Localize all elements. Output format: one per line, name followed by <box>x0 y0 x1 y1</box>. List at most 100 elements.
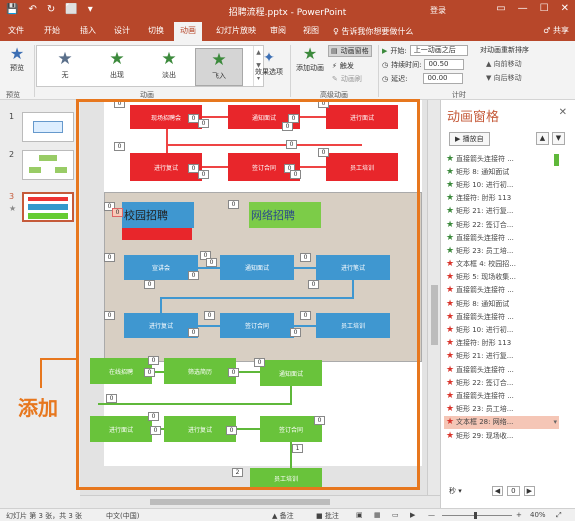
blue-box[interactable]: 进行笔试 <box>316 255 390 280</box>
animation-tag[interactable]: 0 <box>300 253 311 262</box>
animation-list-item[interactable]: ★ 连接符: 肘形 113 <box>444 337 559 350</box>
animation-tag[interactable]: 0 <box>188 328 199 337</box>
animation-tag[interactable]: 0 <box>318 148 329 157</box>
animation-tag[interactable]: 0 <box>150 426 161 435</box>
tab-view[interactable]: 视图 <box>303 25 319 36</box>
close-icon[interactable]: ✕ <box>561 3 569 14</box>
vertical-scrollbar[interactable] <box>427 100 440 495</box>
animation-list-item[interactable]: ★ 矩形 10: 进行初... <box>444 323 559 336</box>
animation-list-item[interactable]: ★ 矩形 29: 现场收... <box>444 429 559 442</box>
animation-tag[interactable]: 0 <box>228 368 239 377</box>
campus-title-box[interactable]: 校园招聘 <box>122 202 194 228</box>
animation-list-item[interactable]: ★ 矩形 10: 进行初... <box>444 178 559 191</box>
tab-slideshow[interactable]: 幻灯片放映 <box>216 25 256 36</box>
green-box[interactable]: 筛选简历 <box>164 358 236 384</box>
animation-list-item[interactable]: ★ 矩形 21: 进行复... <box>444 350 559 363</box>
duration-input[interactable]: 00.50 <box>424 59 465 70</box>
pane-close-icon[interactable]: ✕ <box>559 107 567 118</box>
effect-appear[interactable]: ★ 出现 <box>93 48 141 86</box>
blue-box[interactable]: 签订合同 <box>220 313 294 338</box>
slide-thumbnail-3[interactable] <box>22 192 74 222</box>
green-box[interactable]: 进行面试 <box>90 416 152 442</box>
animation-list-item[interactable]: ★ 连接符: 肘形 113 <box>444 192 559 205</box>
minimize-icon[interactable]: — <box>518 3 528 14</box>
animation-list-item[interactable]: ★ 文本框 4: 校园招... <box>444 258 559 271</box>
move-earlier-button[interactable]: ▲ 向前移动 <box>486 59 522 69</box>
seconds-dropdown[interactable]: 秒 ▾ <box>449 486 462 496</box>
slide-canvas[interactable]: 现场招聘会 通知面试 进行面试 进行复试 签订合同 员工培训 校园招聘 网络招聘… <box>90 100 422 488</box>
animation-tag[interactable]: 0 <box>114 142 125 151</box>
animation-list-item[interactable]: ★ 矩形 5: 现场收集... <box>444 271 559 284</box>
delay-input[interactable]: 00.00 <box>423 73 464 84</box>
zoom-slider-thumb[interactable] <box>474 512 477 519</box>
animation-tag-active[interactable]: 0 <box>112 208 123 217</box>
tab-design[interactable]: 设计 <box>114 25 130 36</box>
green-box[interactable]: 签订合同 <box>260 416 322 442</box>
blue-box[interactable]: 宣讲会 <box>124 255 198 280</box>
horizontal-scrollbar[interactable] <box>80 495 440 508</box>
animation-tag[interactable]: 0 <box>104 253 115 262</box>
animation-tag[interactable]: 1 <box>292 444 303 453</box>
tab-file[interactable]: 文件 <box>8 25 24 36</box>
fit-window-icon[interactable]: ⤢ <box>556 511 562 520</box>
animation-tag[interactable]: 0 <box>198 119 209 128</box>
item-dropdown-icon[interactable]: ▾ <box>553 418 557 426</box>
animation-list-item[interactable]: ★ 矩形 8: 通知面试 <box>444 297 559 310</box>
green-box[interactable]: 通知面试 <box>260 360 322 386</box>
animation-list-item[interactable]: ★ 文本框 28: 网络... ▾ <box>444 415 559 429</box>
red-box[interactable]: 员工培训 <box>326 153 398 181</box>
animation-tag[interactable]: 2 <box>232 468 243 477</box>
animation-list-item[interactable]: ★ 直接箭头连接符 ... <box>444 389 559 402</box>
online-title-box[interactable]: 网络招聘 <box>249 202 321 228</box>
zoom-in-button[interactable]: + <box>516 511 522 519</box>
green-box[interactable]: 员工培训 <box>250 468 322 488</box>
animation-list-item[interactable]: ★ 直接箭头连接符 ... <box>444 363 559 376</box>
comments-button[interactable]: ■ 批注 <box>316 511 339 521</box>
tab-home[interactable]: 开始 <box>44 25 60 36</box>
vertical-scroll-thumb[interactable] <box>431 285 438 345</box>
animation-tag[interactable]: 0 <box>106 394 117 403</box>
tab-review[interactable]: 审阅 <box>270 25 286 36</box>
green-box[interactable]: 在线招聘 <box>90 358 152 384</box>
slide-sorter-icon[interactable]: ▦ <box>374 511 381 519</box>
tab-transitions[interactable]: 切换 <box>148 25 164 36</box>
move-later-button[interactable]: ▼ 向后移动 <box>486 73 522 83</box>
horizontal-scroll-thumb[interactable] <box>150 499 330 505</box>
reading-view-icon[interactable]: ▭ <box>392 511 399 519</box>
effect-options-button[interactable]: ✦ 效果选项 <box>252 49 286 77</box>
move-up-icon[interactable]: ▲ <box>536 132 549 145</box>
play-from-button[interactable]: ▶ 播放自 <box>449 132 490 146</box>
ribbon-display-icon[interactable]: ▭ <box>496 3 505 14</box>
animation-list-item[interactable]: ★ 矩形 22: 签订合... <box>444 376 559 389</box>
blue-box[interactable]: 通知面试 <box>220 255 294 280</box>
animation-tag[interactable]: 0 <box>282 122 293 131</box>
animation-tag[interactable]: 0 <box>318 100 329 108</box>
effect-fly-in[interactable]: ★ 飞入 <box>195 48 243 86</box>
zoom-level[interactable]: 40% <box>530 511 546 519</box>
animation-list-item[interactable]: ★ 矩形 21: 进行复... <box>444 205 559 218</box>
slide-thumbnail-1[interactable] <box>22 112 74 142</box>
animation-tag[interactable]: 0 <box>148 412 159 421</box>
animation-tag[interactable]: 0 <box>314 416 325 425</box>
login-link[interactable]: 登录 <box>430 5 446 16</box>
animation-tag[interactable]: 0 <box>300 311 311 320</box>
slideshow-icon[interactable]: ▶ <box>410 511 415 519</box>
effect-none[interactable]: ★ 无 <box>41 48 89 86</box>
animation-tag[interactable]: 0 <box>228 200 239 209</box>
tab-insert[interactable]: 插入 <box>80 25 96 36</box>
animation-list-item[interactable]: ★ 直接箭头连接符 ... <box>444 152 559 165</box>
normal-view-icon[interactable]: ▣ <box>356 511 363 519</box>
tab-animations[interactable]: 动画 <box>174 22 202 41</box>
move-down-icon[interactable]: ▼ <box>552 132 565 145</box>
animation-tag[interactable]: 0 <box>114 100 125 108</box>
animation-list-item[interactable]: ★ 矩形 22: 签订合... <box>444 218 559 231</box>
language-indicator[interactable]: 中文(中国) <box>106 511 139 521</box>
animation-tag[interactable]: 0 <box>144 280 155 289</box>
zoom-slider[interactable] <box>442 515 512 516</box>
preview-button[interactable]: ★ 预览 <box>4 45 30 73</box>
scroll-left-icon[interactable]: ◀ <box>491 486 504 496</box>
notes-button[interactable]: ▲ 备注 <box>272 511 294 521</box>
animation-tag[interactable]: 0 <box>188 271 199 280</box>
share-button[interactable]: ♂ 共享 <box>543 25 569 36</box>
animation-tag[interactable]: 0 <box>148 356 159 365</box>
